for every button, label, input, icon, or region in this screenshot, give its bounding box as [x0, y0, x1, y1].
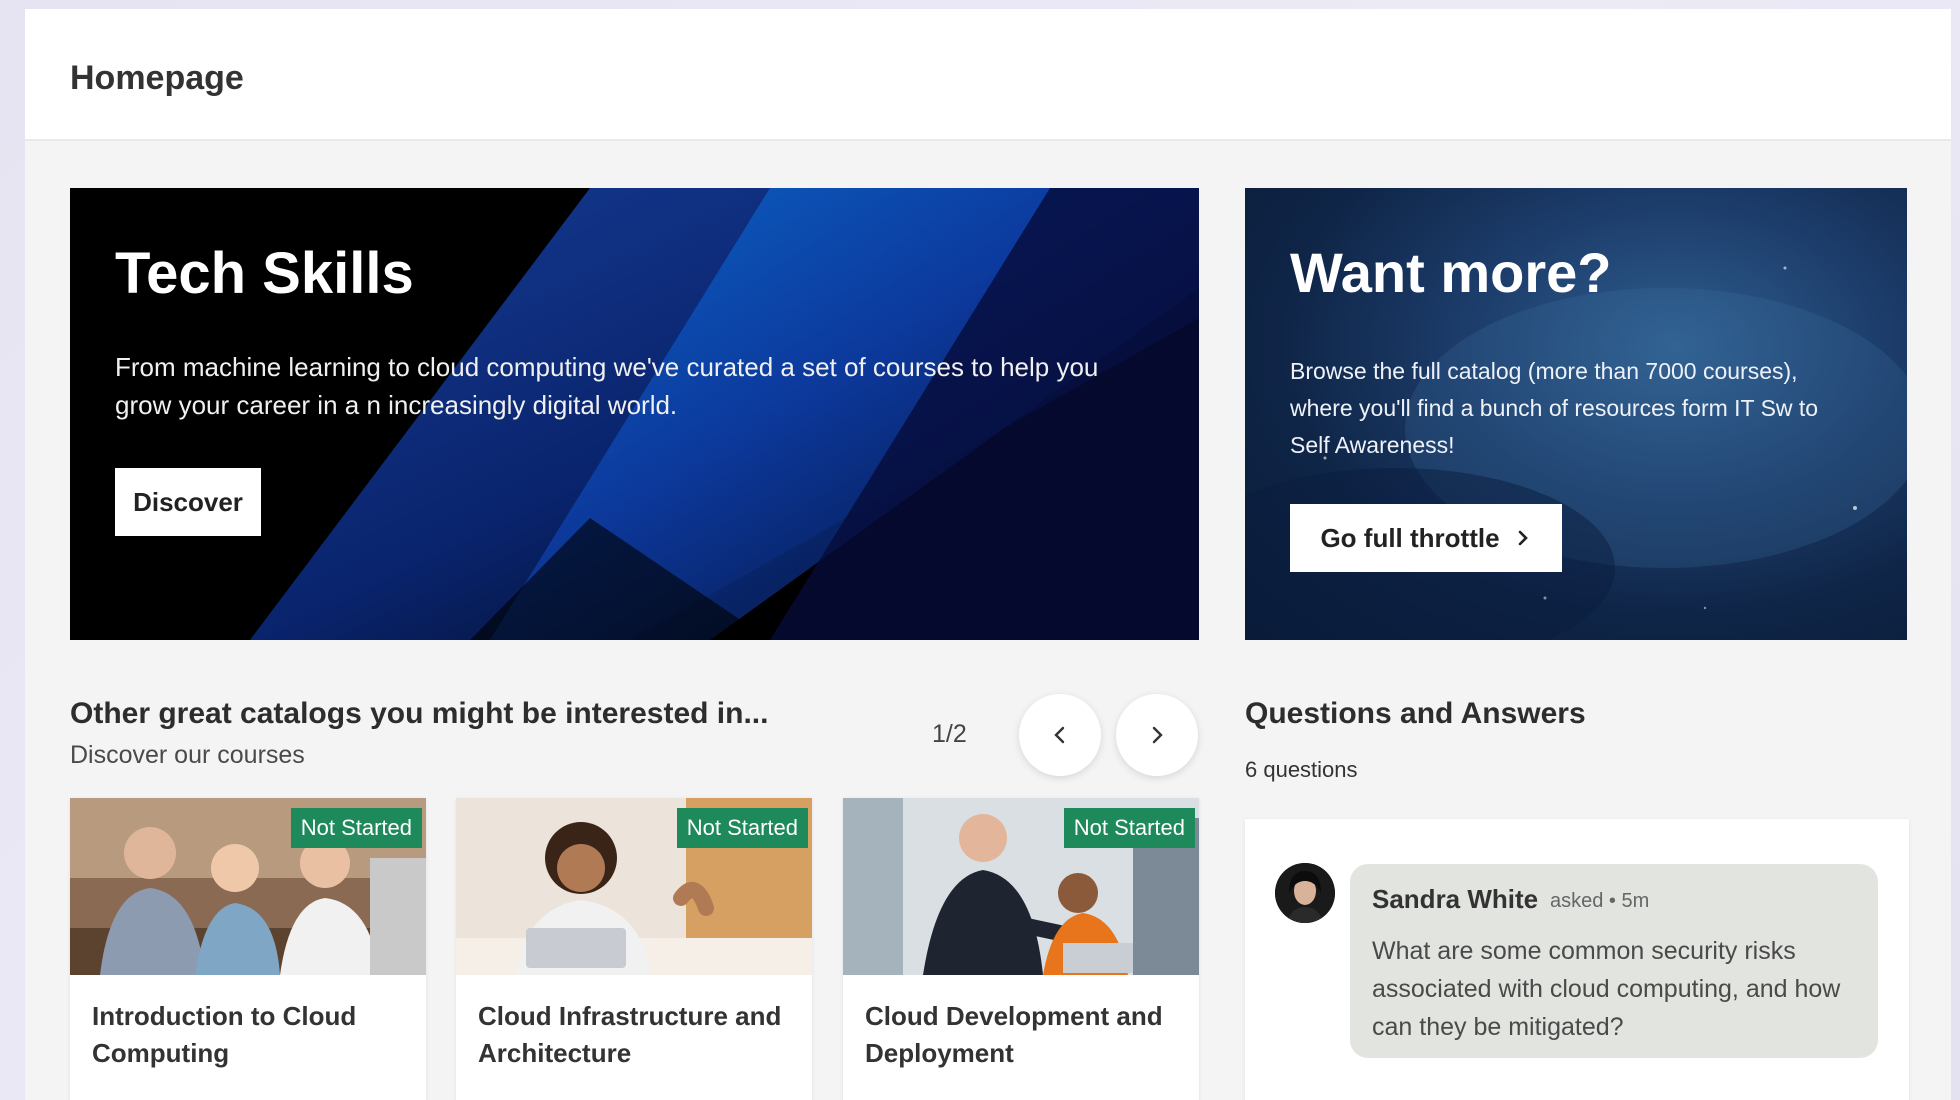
course-thumbnail: Not Started	[456, 798, 812, 975]
course-title: Cloud Development and Deployment	[865, 1001, 1163, 1068]
chevron-right-icon	[1152, 726, 1163, 744]
page-title: Homepage	[70, 59, 244, 97]
qa-count: 6 questions	[1245, 757, 1358, 782]
status-badge: Not Started	[1063, 808, 1195, 848]
qa-panel: Sandra White asked • 5m What are some co…	[1245, 819, 1909, 1100]
go-full-throttle-label: Go full throttle	[1320, 522, 1500, 553]
course-card[interactable]: Not Started Introduction to Cloud Comput…	[70, 798, 426, 1100]
course-thumbnail: Not Started	[70, 798, 426, 975]
tech-skills-banner: Tech Skills From machine learning to clo…	[70, 188, 1199, 640]
question-author: Sandra White	[1372, 884, 1539, 914]
chevron-left-icon	[1054, 726, 1065, 744]
course-title: Cloud Infrastructure and Architecture	[478, 1001, 782, 1068]
promo-title: Want more?	[1290, 241, 1612, 304]
chevron-right-icon	[1518, 530, 1528, 546]
question-text: What are some common security risks asso…	[1372, 937, 1841, 1041]
app-window: Homepage Tech Skills From machine learni…	[25, 9, 1951, 1100]
status-badge: Not Started	[290, 808, 422, 848]
promo-description: Browse the full catalog (more than 7000 …	[1290, 358, 1819, 458]
go-full-throttle-button[interactable]: Go full throttle	[1290, 504, 1562, 572]
banner-description: From machine learning to cloud computing…	[115, 352, 1099, 420]
want-more-banner: Want more? Browse the full catalog (more…	[1245, 188, 1907, 640]
question-meta: asked • 5m	[1550, 890, 1650, 912]
top-bar: Homepage	[25, 9, 1951, 141]
course-thumbnail: Not Started	[843, 798, 1199, 975]
discover-button[interactable]: Discover	[115, 468, 261, 536]
next-button[interactable]	[1116, 694, 1198, 776]
course-card[interactable]: Not Started Cloud Development and Deploy…	[843, 798, 1199, 1100]
course-card[interactable]: Not Started Cloud Infrastructure and Arc…	[456, 798, 812, 1100]
question-bubble[interactable]: Sandra White asked • 5m What are some co…	[1350, 864, 1878, 1058]
course-title: Introduction to Cloud Computing	[92, 1001, 357, 1068]
avatar	[1275, 863, 1335, 923]
previous-button[interactable]	[1019, 694, 1101, 776]
status-badge: Not Started	[676, 808, 808, 848]
pager-indicator: 1/2	[932, 720, 967, 748]
catalogs-title: Other great catalogs you might be intere…	[70, 697, 769, 730]
banner-title: Tech Skills	[115, 241, 414, 306]
qa-title: Questions and Answers	[1245, 697, 1586, 730]
catalogs-subtitle: Discover our courses	[70, 741, 305, 769]
